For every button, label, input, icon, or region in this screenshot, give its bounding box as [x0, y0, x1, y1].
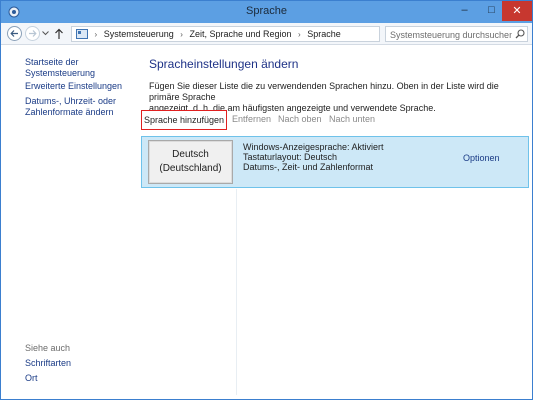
- breadcrumb-separator: ›: [298, 30, 301, 39]
- sidebar-link-label: Zahlenformate ändern: [25, 107, 114, 117]
- arrow-right-icon: [29, 30, 37, 37]
- add-language-button[interactable]: Sprache hinzufügen: [141, 110, 227, 130]
- sidebar-link-advanced-settings[interactable]: Erweiterte Einstellungen: [25, 81, 122, 92]
- page-title: Spracheinstellungen ändern: [149, 57, 299, 71]
- content-area: Startseite der Systemsteuerung Erweitert…: [1, 45, 532, 399]
- sidebar-link-label: Datums-, Uhrzeit- oder: [25, 96, 117, 106]
- sidebar-link-home[interactable]: Startseite der Systemsteuerung: [25, 57, 141, 79]
- sidebar-link-fonts[interactable]: Schriftarten: [25, 358, 71, 369]
- minimize-button[interactable]: –: [451, 1, 478, 21]
- description-line: Fügen Sie dieser Liste die zu verwendend…: [149, 81, 499, 102]
- arrow-left-icon: [10, 30, 18, 37]
- language-details: Windows-Anzeigesprache: Aktiviert Tastat…: [243, 142, 384, 172]
- recent-pages-chevron-icon[interactable]: [42, 31, 49, 36]
- language-options-link[interactable]: Optionen: [463, 153, 500, 163]
- main-panel: Spracheinstellungen ändern Fügen Sie die…: [141, 45, 532, 399]
- language-detail-line: Windows-Anzeigesprache: Aktiviert: [243, 142, 384, 152]
- sidebar-link-date-time-format[interactable]: Datums-, Uhrzeit- oder Zahlenformate änd…: [25, 96, 116, 118]
- language-list-item[interactable]: Deutsch (Deutschland) Windows-Anzeigespr…: [141, 136, 529, 188]
- back-button[interactable]: [7, 26, 22, 41]
- maximize-button[interactable]: □: [478, 1, 505, 21]
- breadcrumb-separator: ›: [94, 30, 98, 39]
- breadcrumb: › Systemsteuerung › Zeit, Sprache und Re…: [76, 29, 341, 39]
- remove-button[interactable]: Entfernen: [232, 110, 271, 130]
- forward-button[interactable]: [25, 26, 40, 41]
- search-box[interactable]: [385, 26, 528, 42]
- language-detail-line: Tastaturlayout: Deutsch: [243, 152, 338, 162]
- see-also-heading: Siehe auch: [25, 343, 71, 353]
- window: Sprache – □ ✕ › Systemsteuerung › Zeit, …: [0, 0, 533, 400]
- language-detail-line: Datums-, Zeit- und Zahlenformat: [243, 162, 374, 172]
- up-arrow-icon[interactable]: [54, 28, 64, 40]
- close-button[interactable]: ✕: [502, 1, 532, 21]
- move-up-button[interactable]: Nach oben: [278, 110, 322, 130]
- search-input[interactable]: [390, 29, 512, 40]
- list-divider: [236, 189, 237, 395]
- control-panel-small-icon: [76, 29, 88, 39]
- address-bar: › Systemsteuerung › Zeit, Sprache und Re…: [1, 23, 532, 45]
- language-toolbar: Sprache hinzufügen Entfernen Nach oben N…: [141, 110, 532, 132]
- sidebar: Startseite der Systemsteuerung Erweitert…: [1, 45, 141, 399]
- sidebar-link-location[interactable]: Ort: [25, 373, 38, 384]
- search-icon[interactable]: [515, 29, 525, 39]
- maximize-icon: □: [488, 4, 495, 16]
- language-region: (Deutschland): [159, 163, 222, 174]
- minimize-icon: –: [461, 4, 468, 16]
- breadcrumb-item[interactable]: Sprache: [307, 29, 341, 39]
- address-path[interactable]: › Systemsteuerung › Zeit, Sprache und Re…: [71, 26, 442, 42]
- language-name: Deutsch: [172, 149, 209, 160]
- title-bar: Sprache – □ ✕: [1, 1, 532, 23]
- close-icon: ✕: [512, 5, 522, 17]
- move-down-button[interactable]: Nach unten: [329, 110, 375, 130]
- language-tile[interactable]: Deutsch (Deutschland): [148, 140, 233, 184]
- breadcrumb-item[interactable]: Zeit, Sprache und Region: [189, 29, 291, 39]
- breadcrumb-item[interactable]: Systemsteuerung: [104, 29, 174, 39]
- breadcrumb-separator: ›: [180, 30, 183, 39]
